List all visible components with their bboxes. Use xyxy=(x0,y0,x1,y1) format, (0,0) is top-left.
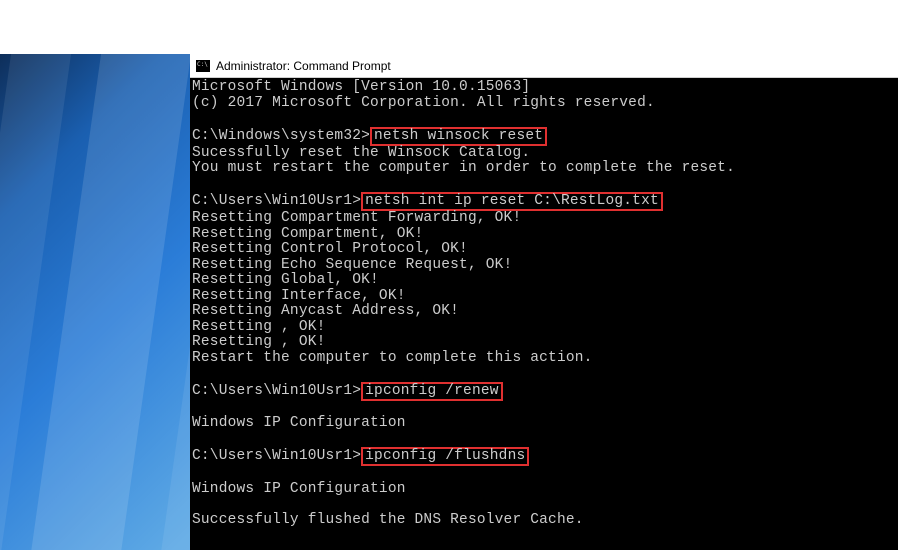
terminal-line: You must restart the computer in order t… xyxy=(192,160,735,176)
prompt: C:\Users\Win10Usr1> xyxy=(192,193,361,209)
terminal-line: Resetting Control Protocol, OK! xyxy=(192,241,468,257)
prompt: C:\Users\Win10Usr1> xyxy=(192,383,361,399)
terminal-line: (c) 2017 Microsoft Corporation. All righ… xyxy=(192,95,655,111)
terminal-line: Resetting Global, OK! xyxy=(192,272,379,288)
terminal-line: Microsoft Windows [Version 10.0.15063] xyxy=(192,79,530,95)
terminal-line: Windows IP Configuration xyxy=(192,481,406,497)
terminal-line: Successfully flushed the DNS Resolver Ca… xyxy=(192,512,584,528)
command-highlight: ipconfig /flushdns xyxy=(361,447,529,466)
cmd-icon xyxy=(196,60,210,72)
terminal-line: Resetting Compartment, OK! xyxy=(192,226,423,242)
command-prompt-window: Administrator: Command Prompt Microsoft … xyxy=(190,54,898,550)
terminal-line: Resetting Echo Sequence Request, OK! xyxy=(192,257,512,273)
command-highlight: ipconfig /renew xyxy=(361,382,503,401)
prompt: C:\Users\Win10Usr1> xyxy=(192,448,361,464)
terminal-line: Resetting Compartment Forwarding, OK! xyxy=(192,210,521,226)
terminal-line: Sucessfully reset the Winsock Catalog. xyxy=(192,145,530,161)
terminal-line: Restart the computer to complete this ac… xyxy=(192,350,593,366)
window-title: Administrator: Command Prompt xyxy=(216,59,391,73)
title-bar[interactable]: Administrator: Command Prompt xyxy=(190,54,898,78)
terminal-line: Resetting , OK! xyxy=(192,334,326,350)
terminal-line: Resetting Interface, OK! xyxy=(192,288,406,304)
browser-chrome-top xyxy=(0,0,898,54)
terminal-line: Windows IP Configuration xyxy=(192,415,406,431)
terminal-output[interactable]: Microsoft Windows [Version 10.0.15063] (… xyxy=(190,78,898,550)
terminal-line: Resetting , OK! xyxy=(192,319,326,335)
command-highlight: netsh int ip reset C:\RestLog.txt xyxy=(361,192,663,211)
command-highlight: netsh winsock reset xyxy=(370,127,547,146)
prompt: C:\Windows\system32> xyxy=(192,128,370,144)
terminal-line: Resetting Anycast Address, OK! xyxy=(192,303,459,319)
